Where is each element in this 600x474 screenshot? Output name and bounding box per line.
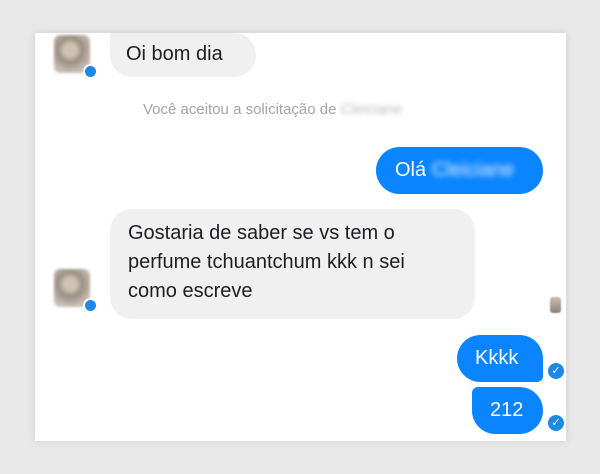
message-text: 212 [490, 399, 524, 421]
message-line: Gostaria de saber se vs tem o [128, 222, 395, 244]
read-receipt-icon: ✓ [548, 363, 564, 379]
message-bubble-outgoing[interactable]: Kkkk [457, 335, 543, 382]
messenger-badge-icon [83, 298, 98, 313]
read-receipt-icon: ✓ [548, 415, 564, 431]
message-bubble-outgoing[interactable]: 212 [472, 387, 543, 434]
chat-window: Oi bom dia Você aceitou a solicitação de… [35, 33, 566, 441]
message-text: Oi bom dia [126, 43, 223, 65]
message-text: Olá [395, 159, 427, 181]
notice-text: Você aceitou a solicitação de [143, 101, 337, 118]
message-bubble-incoming[interactable]: Oi bom dia [110, 33, 256, 77]
message-bubble-outgoing[interactable]: Olá Cleiciane [376, 147, 543, 194]
message-bubble-incoming[interactable]: Gostaria de saber se vs tem o perfume tc… [110, 209, 475, 319]
message-text: Kkkk [475, 347, 519, 369]
message-line: perfume tchuantchum kkk n sei [128, 251, 405, 273]
request-accepted-notice: Você aceitou a solicitação de Cleiciane [143, 101, 402, 118]
blurred-name: Cleiciane [431, 159, 514, 181]
messenger-badge-icon [83, 64, 98, 79]
notice-blurred-name: Cleiciane [340, 101, 403, 118]
message-line: como escreve [128, 280, 253, 302]
seen-avatar-icon [550, 297, 561, 313]
